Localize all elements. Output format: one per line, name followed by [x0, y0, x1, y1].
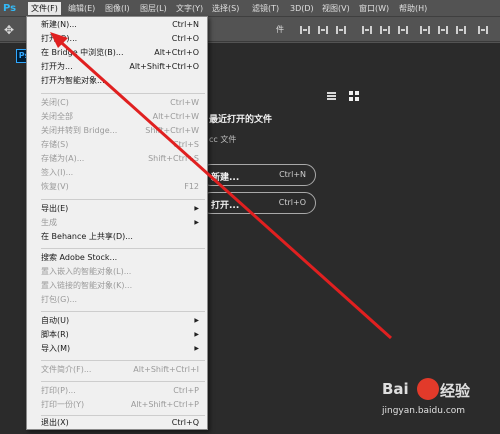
menu-filter[interactable]: 滤镜(T) — [252, 2, 279, 15]
submenu-arrow-icon: ▶ — [194, 345, 199, 352]
file-menu-package[interactable]: 打包(G)... — [41, 294, 205, 306]
file-menu-open-smart-object[interactable]: 打开为智能对象... — [41, 75, 205, 87]
menu-separator — [41, 360, 205, 361]
align-hcenter-icon[interactable] — [380, 26, 390, 34]
open-button-label: 打开... — [211, 201, 240, 211]
file-menu-share-behance[interactable]: 在 Behance 上共享(D)... — [41, 231, 205, 243]
distribute-vcenter-icon[interactable] — [438, 26, 448, 34]
file-menu-save[interactable]: 存储(S) Ctrl+S — [41, 139, 205, 151]
file-menu-place-linked[interactable]: 置入链接的智能对象(K)... — [41, 280, 205, 292]
menu-help[interactable]: 帮助(H) — [399, 2, 427, 15]
distribute-bottom-icon[interactable] — [456, 26, 466, 34]
recent-files-title: 最近打开的文件 — [209, 115, 273, 125]
align-top-icon[interactable] — [300, 26, 310, 34]
menu-3d[interactable]: 3D(D) — [290, 2, 314, 15]
new-button-label: 新建... — [211, 173, 240, 183]
photoshop-logo-icon: Ps — [3, 3, 17, 14]
watermark-brand-left: Bai — [382, 380, 409, 398]
file-menu-automate[interactable]: 自动(U) ▶ — [41, 315, 205, 327]
file-menu-generate[interactable]: 生成 ▶ — [41, 217, 205, 229]
file-menu-close-all[interactable]: 关闭全部 Alt+Ctrl+W — [41, 111, 205, 123]
grid-view-icon[interactable] — [349, 91, 359, 101]
file-menu-save-as[interactable]: 存储为(A)... Shift+Ctrl+S — [41, 153, 205, 165]
submenu-arrow-icon: ▶ — [194, 317, 199, 324]
file-menu-print-one[interactable]: 打印一份(Y) Alt+Shift+Ctrl+P — [41, 399, 205, 411]
open-document-button[interactable]: 打开... Ctrl+O — [200, 192, 316, 214]
menu-file[interactable]: 文件(F) — [28, 2, 61, 15]
file-menu-new[interactable]: 新建(N)... Ctrl+N — [41, 19, 205, 31]
options-partial-label: 件 — [276, 25, 284, 34]
menu-view[interactable]: 视图(V) — [322, 2, 350, 15]
baidu-paw-logo-icon — [417, 378, 439, 400]
file-menu-import[interactable]: 导入(M) ▶ — [41, 343, 205, 355]
file-menu-close-to-bridge[interactable]: 关闭并转到 Bridge... Shift+Ctrl+W — [41, 125, 205, 137]
menu-edit[interactable]: 编辑(E) — [68, 2, 95, 15]
submenu-arrow-icon: ▶ — [194, 205, 199, 212]
menu-window[interactable]: 窗口(W) — [359, 2, 389, 15]
distribute-top-icon[interactable] — [420, 26, 430, 34]
menubar: Ps 文件(F) 编辑(E) 图像(I) 图层(L) 文字(Y) 选择(S) 滤… — [0, 0, 500, 17]
file-menu-browse-bridge[interactable]: 在 Bridge 中浏览(B)... Alt+Ctrl+O — [41, 47, 205, 59]
file-menu-exit[interactable]: 退出(X) Ctrl+Q — [41, 417, 205, 429]
file-menu-revert[interactable]: 恢复(V) F12 — [41, 181, 205, 193]
align-bottom-icon[interactable] — [336, 26, 346, 34]
menu-separator — [41, 381, 205, 382]
cc-files-link[interactable]: cc 文件 — [209, 134, 236, 145]
file-menu-print[interactable]: 打印(P)... Ctrl+P — [41, 385, 205, 397]
submenu-arrow-icon: ▶ — [194, 331, 199, 338]
file-menu-close[interactable]: 关闭(C) Ctrl+W — [41, 97, 205, 109]
file-menu-scripts[interactable]: 脚本(R) ▶ — [41, 329, 205, 341]
open-button-shortcut: Ctrl+O — [278, 198, 306, 207]
distribute-left-icon[interactable] — [478, 26, 488, 34]
watermark-brand-right: 经验 — [440, 382, 471, 400]
file-menu-open-as[interactable]: 打开为... Alt+Shift+Ctrl+O — [41, 61, 205, 73]
new-button-shortcut: Ctrl+N — [279, 170, 306, 179]
file-menu-file-info[interactable]: 文件简介(F)... Alt+Shift+Ctrl+I — [41, 364, 205, 376]
file-menu-export[interactable]: 导出(E) ▶ — [41, 203, 205, 215]
move-tool-icon[interactable]: ✥ — [4, 23, 18, 37]
align-left-icon[interactable] — [362, 26, 372, 34]
menu-separator — [41, 248, 205, 249]
file-menu-search-stock[interactable]: 搜索 Adobe Stock... — [41, 252, 205, 264]
align-right-icon[interactable] — [398, 26, 408, 34]
menu-separator — [41, 415, 205, 416]
menu-type[interactable]: 文字(Y) — [176, 2, 203, 15]
menu-separator — [41, 311, 205, 312]
watermark-url: jingyan.baidu.com — [382, 406, 466, 416]
menu-image[interactable]: 图像(I) — [105, 2, 130, 15]
new-document-button[interactable]: 新建... Ctrl+N — [200, 164, 316, 186]
file-menu-place-embedded[interactable]: 置入嵌入的智能对象(L)... — [41, 266, 205, 278]
menu-separator — [41, 199, 205, 200]
file-menu-open[interactable]: 打开(O)... Ctrl+O — [41, 33, 205, 45]
align-vcenter-icon[interactable] — [318, 26, 328, 34]
menu-layer[interactable]: 图层(L) — [140, 2, 167, 15]
file-menu-dropdown: 新建(N)... Ctrl+N 打开(O)... Ctrl+O 在 Bridge 中… — [26, 16, 208, 430]
baidu-watermark: Bai 经验 jingyan.baidu.com — [380, 376, 496, 428]
list-view-icon[interactable] — [327, 92, 336, 100]
file-menu-check-in[interactable]: 签入(I)... — [41, 167, 205, 179]
menu-select[interactable]: 选择(S) — [212, 2, 239, 15]
menu-separator — [41, 93, 205, 94]
submenu-arrow-icon: ▶ — [194, 219, 199, 226]
